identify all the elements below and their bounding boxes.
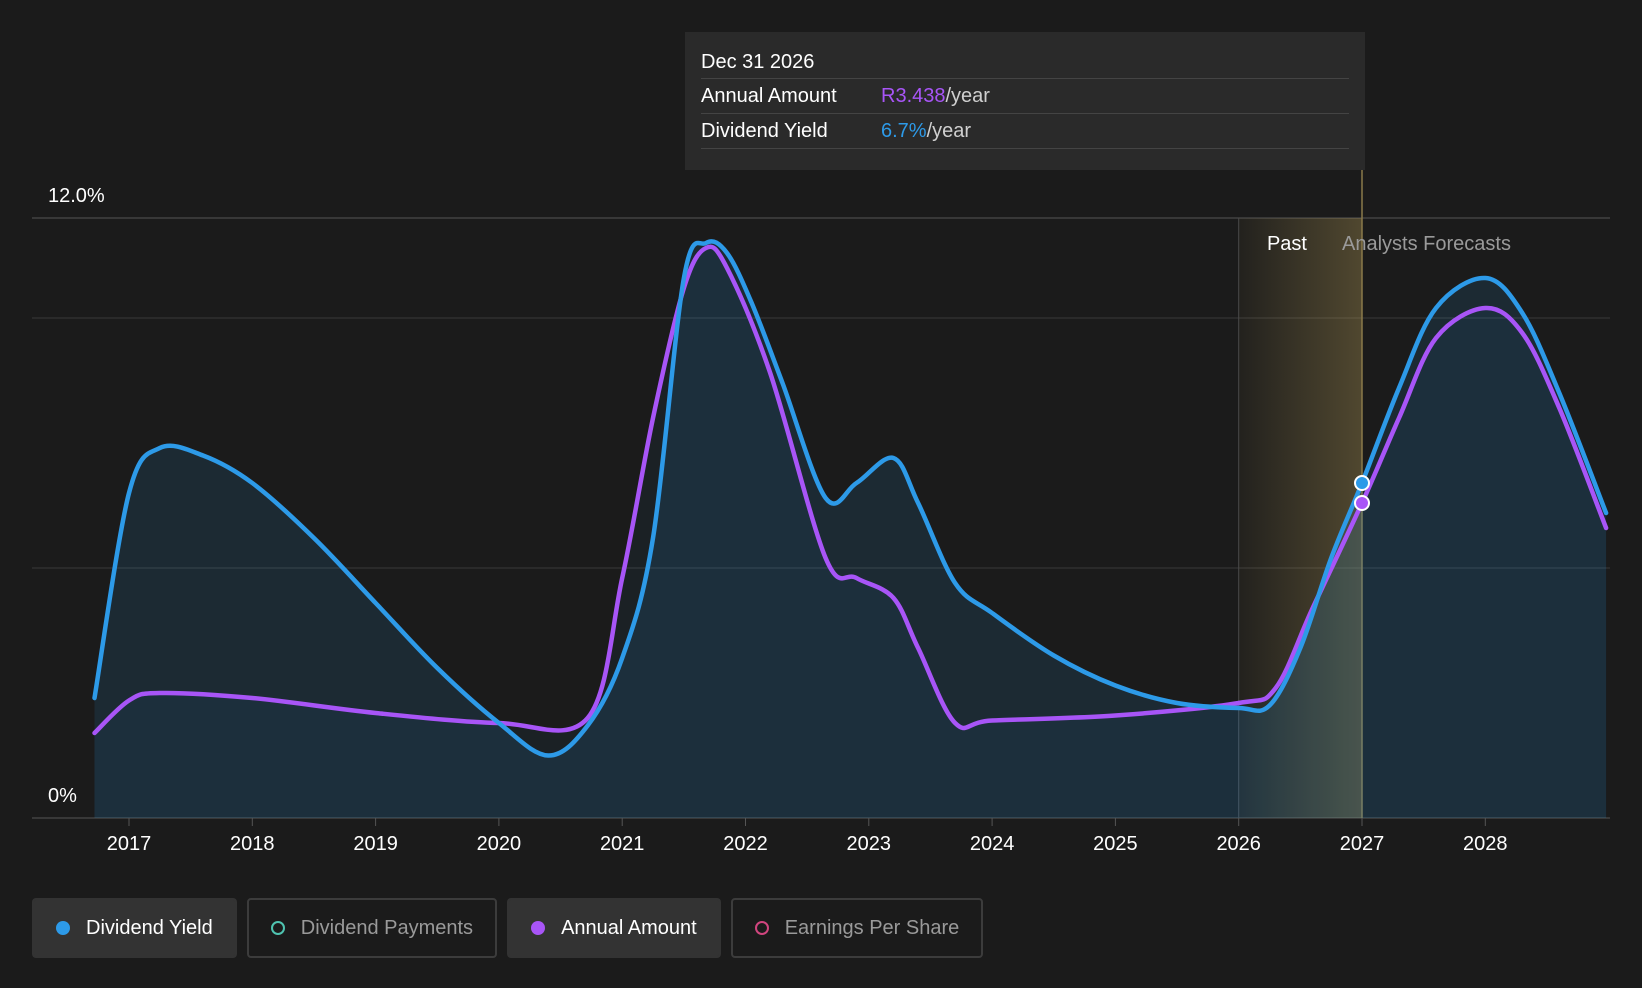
x-tick-label: 2026 bbox=[1216, 833, 1261, 855]
legend-dividend-payments[interactable]: Dividend Payments bbox=[246, 898, 498, 958]
x-tick-label: 2024 bbox=[970, 833, 1015, 855]
tooltip-annual-amount-unit: /year bbox=[945, 84, 990, 107]
y-tick-label-top: 12.0% bbox=[48, 185, 105, 207]
x-tick-label: 2018 bbox=[230, 833, 275, 855]
legend-dividend-payments-ring-icon bbox=[270, 921, 285, 935]
tooltip-date: Dec 31 2026 bbox=[701, 50, 815, 73]
legend-dividend-payments-label: Dividend Payments bbox=[300, 916, 474, 939]
x-tick-label: 2021 bbox=[600, 833, 645, 855]
tooltip-row-dividend-yield: Dividend Yield 6.7% /year bbox=[701, 114, 1349, 149]
y-tick-label-bottom: 0% bbox=[48, 785, 77, 807]
tooltip-annual-amount-value: R3.438 bbox=[881, 84, 946, 107]
chart-tooltip: Dec 31 2026 Annual Amount R3.438 /year D… bbox=[685, 32, 1365, 170]
legend-annual-amount-dot-icon bbox=[531, 921, 546, 935]
chart-legend: Dividend Yield Dividend Payments Annual … bbox=[32, 898, 984, 958]
legend-dividend-yield[interactable]: Dividend Yield bbox=[32, 898, 237, 958]
tooltip-annual-amount-label: Annual Amount bbox=[701, 84, 837, 107]
x-tick-label: 2023 bbox=[847, 833, 892, 855]
x-tick-label: 2022 bbox=[723, 833, 768, 855]
x-tick-label: 2025 bbox=[1093, 833, 1138, 855]
legend-annual-amount[interactable]: Annual Amount bbox=[507, 898, 721, 958]
legend-annual-amount-label: Annual Amount bbox=[561, 916, 697, 939]
dividend-yield-marker bbox=[1354, 475, 1370, 491]
dividend-chart: 12.0% 0% 2017 2018 2019 2020 2021 2022 2023 2024 2… bbox=[0, 0, 1642, 988]
region-label-forecast: Analysts Forecasts bbox=[1342, 233, 1511, 255]
tooltip-dividend-yield-value: 6.7% bbox=[881, 119, 927, 142]
region-label-past: Past bbox=[1267, 233, 1307, 255]
tooltip-dividend-yield-label: Dividend Yield bbox=[701, 119, 828, 142]
x-tick-label: 2027 bbox=[1340, 833, 1385, 855]
legend-dividend-yield-label: Dividend Yield bbox=[86, 916, 213, 939]
annual-amount-marker bbox=[1354, 495, 1370, 511]
tooltip-dividend-yield-unit: /year bbox=[926, 119, 972, 142]
legend-dividend-yield-dot-icon bbox=[56, 921, 70, 935]
tooltip-row-annual-amount: Annual Amount R3.438 /year bbox=[701, 79, 1349, 114]
legend-earnings-per-share-label: Earnings Per Share bbox=[784, 916, 960, 939]
x-tick-label: 2019 bbox=[353, 833, 398, 855]
legend-earnings-per-share-ring-icon bbox=[754, 921, 769, 935]
x-tick-label: 2028 bbox=[1463, 833, 1508, 855]
tooltip-date-row: Dec 31 2026 bbox=[701, 46, 1349, 79]
x-tick-label: 2020 bbox=[477, 833, 522, 855]
x-tick-label: 2017 bbox=[107, 833, 152, 855]
legend-earnings-per-share[interactable]: Earnings Per Share bbox=[730, 898, 984, 958]
